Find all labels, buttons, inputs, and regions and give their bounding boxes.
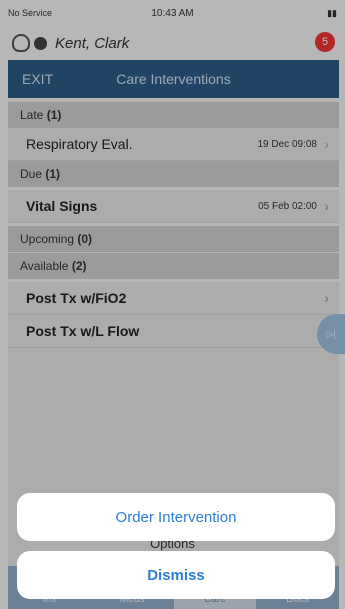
order-intervention-button[interactable]: Order Intervention	[17, 493, 335, 541]
app-frame: No Service 10:43 AM ▮▮ Kent, Clark 5 EXI…	[0, 0, 345, 609]
dismiss-button[interactable]: Dismiss	[17, 551, 335, 599]
